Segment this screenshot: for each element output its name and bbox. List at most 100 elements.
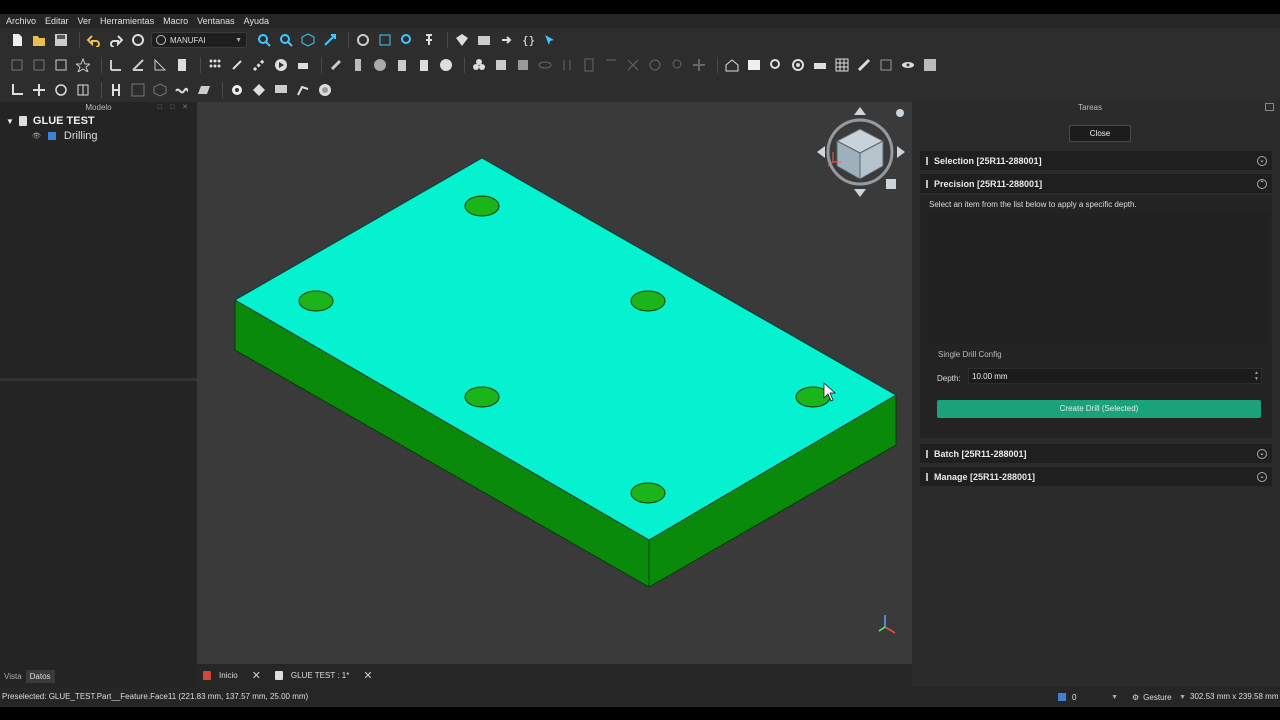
- house-icon[interactable]: [723, 57, 741, 73]
- workbench-select[interactable]: MANUFAI ▼: [151, 32, 247, 48]
- fork-icon[interactable]: [107, 82, 125, 98]
- star-icon[interactable]: [74, 57, 92, 73]
- sphere-icon[interactable]: [371, 57, 389, 73]
- visibility-icon[interactable]: [536, 57, 554, 73]
- tab-vista[interactable]: Vista: [0, 670, 26, 683]
- expand-arrow-icon[interactable]: ▼: [6, 117, 14, 126]
- panel-window-controls-icon[interactable]: □ □ ✕: [158, 103, 191, 111]
- fit-all-icon[interactable]: [321, 32, 339, 48]
- link-icon[interactable]: [497, 32, 515, 48]
- cross-icon[interactable]: [624, 57, 642, 73]
- collapse-toggle-icon[interactable]: ⌃: [1257, 178, 1267, 189]
- new-file-icon[interactable]: [8, 32, 26, 48]
- section-selection[interactable]: Selection [25R11-288001] ⌄: [920, 151, 1272, 170]
- circle-icon[interactable]: [52, 82, 70, 98]
- image-icon[interactable]: [745, 57, 763, 73]
- drill-hole[interactable]: [630, 290, 666, 312]
- copy-icon[interactable]: [30, 57, 48, 73]
- stock-icon[interactable]: [349, 57, 367, 73]
- wave-icon[interactable]: [173, 82, 191, 98]
- pen-icon[interactable]: [228, 57, 246, 73]
- nav-arrow-left-icon[interactable]: [817, 146, 825, 158]
- eye-icon[interactable]: [899, 57, 917, 73]
- menu-ayuda[interactable]: Ayuda: [244, 16, 269, 26]
- tab-datos[interactable]: Datos: [25, 670, 55, 683]
- float-panel-icon[interactable]: [1265, 103, 1274, 111]
- section-batch[interactable]: Batch [25R11-288001] ⌄: [920, 444, 1272, 463]
- drill-hole[interactable]: [464, 386, 500, 408]
- zoom-fit-icon[interactable]: [255, 32, 273, 48]
- assembly-icon[interactable]: [492, 57, 510, 73]
- spinner-arrows-icon[interactable]: ▲ ▼: [1254, 370, 1259, 382]
- crop-icon[interactable]: [8, 82, 26, 98]
- close-button[interactable]: Close: [1069, 125, 1131, 142]
- folder-icon[interactable]: [475, 32, 493, 48]
- collapse-toggle-icon[interactable]: ⌄: [1257, 471, 1267, 482]
- drill-hole[interactable]: [630, 482, 666, 504]
- drawer-icon[interactable]: [602, 57, 620, 73]
- tab-glue-test[interactable]: GLUE TEST : 1* ✕: [274, 669, 373, 682]
- nav-cube-mini-cube-icon[interactable]: [886, 179, 896, 189]
- globe-icon[interactable]: [646, 57, 664, 73]
- door-icon[interactable]: [580, 57, 598, 73]
- clone-icon[interactable]: [8, 57, 26, 73]
- save-icon[interactable]: [52, 32, 70, 48]
- close-tab-icon[interactable]: ✕: [252, 669, 261, 682]
- selection-filter-icon[interactable]: [376, 32, 394, 48]
- array-icon[interactable]: [52, 57, 70, 73]
- macro-braces-icon[interactable]: {}: [519, 32, 537, 48]
- mesh-icon[interactable]: [129, 82, 147, 98]
- menu-macro[interactable]: Macro: [163, 16, 188, 26]
- robot-arm-icon[interactable]: [294, 82, 312, 98]
- bracket-icon[interactable]: [558, 57, 576, 73]
- tab-inicio[interactable]: Inicio ✕: [203, 669, 261, 682]
- redo-icon[interactable]: [107, 32, 125, 48]
- module-icon[interactable]: [514, 57, 532, 73]
- slope-icon[interactable]: [151, 57, 169, 73]
- export-icon[interactable]: [921, 57, 939, 73]
- draw-style-icon[interactable]: [354, 32, 372, 48]
- drill-hole[interactable]: [464, 195, 500, 217]
- whats-this-icon[interactable]: [541, 32, 559, 48]
- section-manage[interactable]: Manage [25R11-288001] ⌄: [920, 467, 1272, 486]
- create-drill-button[interactable]: Create Drill (Selected): [937, 400, 1261, 418]
- 3d-scene[interactable]: [197, 102, 912, 664]
- depth-field[interactable]: 10.00 mm ▲ ▼: [968, 368, 1262, 384]
- menu-herramientas[interactable]: Herramientas: [100, 16, 154, 26]
- settings-gear-icon[interactable]: [228, 82, 246, 98]
- grid-icon[interactable]: [833, 57, 851, 73]
- palette-icon[interactable]: [437, 57, 455, 73]
- drill-hole[interactable]: [298, 290, 334, 312]
- menu-ventanas[interactable]: Ventanas: [197, 16, 235, 26]
- printer-icon[interactable]: [811, 57, 829, 73]
- tool-icon[interactable]: [327, 57, 345, 73]
- menu-ver[interactable]: Ver: [78, 16, 92, 26]
- layer-selector[interactable]: 0 ▼: [1058, 690, 1118, 704]
- nav-arrow-right-icon[interactable]: [897, 146, 905, 158]
- comment-icon[interactable]: [272, 82, 290, 98]
- face-list[interactable]: [929, 213, 1269, 343]
- 3d-viewport[interactable]: [197, 102, 912, 664]
- disc-icon[interactable]: [316, 82, 334, 98]
- tree-root-document[interactable]: ▼ GLUE TEST: [6, 115, 95, 127]
- panel-icon[interactable]: [877, 57, 895, 73]
- visibility-eye-icon[interactable]: 👁: [32, 132, 41, 140]
- nav-arrow-down-icon[interactable]: [854, 189, 866, 197]
- bulb-icon[interactable]: [668, 57, 686, 73]
- panel-splitter[interactable]: [0, 378, 197, 381]
- clipboard-icon[interactable]: [393, 57, 411, 73]
- angle-icon[interactable]: [129, 57, 147, 73]
- part-icon[interactable]: [453, 32, 471, 48]
- diamond-icon[interactable]: [250, 82, 268, 98]
- sheet-icon[interactable]: [173, 57, 191, 73]
- open-file-icon[interactable]: [30, 32, 48, 48]
- navigation-cube[interactable]: [817, 107, 905, 197]
- zoom-selection-icon[interactable]: [277, 32, 295, 48]
- measure-icon[interactable]: [398, 32, 416, 48]
- drill-pattern-icon[interactable]: [206, 57, 224, 73]
- target-icon[interactable]: [789, 57, 807, 73]
- collapse-toggle-icon[interactable]: ⌄: [1257, 448, 1267, 459]
- columns-icon[interactable]: [74, 82, 92, 98]
- close-tab-icon[interactable]: ✕: [363, 669, 372, 682]
- chain-icon[interactable]: [250, 57, 268, 73]
